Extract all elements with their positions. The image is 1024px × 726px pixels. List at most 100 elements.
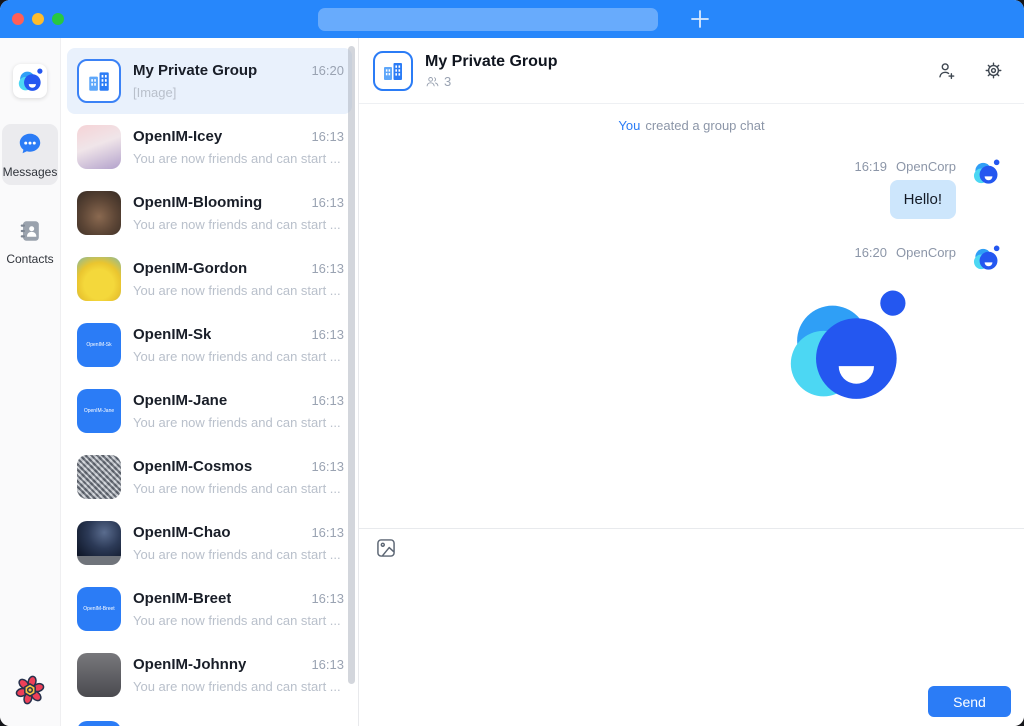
contact-avatar [77,191,121,235]
message-sender: OpenCorp [896,245,956,260]
conversation-name: OpenIM-Cosmos [133,458,252,475]
conversation-item-partial[interactable] [61,708,358,726]
chat-header: My Private Group 3 [359,38,1024,104]
conversation-item[interactable]: OpenIM-Icey 16:13 You are now friends an… [61,114,358,180]
openim-logo-icon [972,245,1000,273]
conversation-preview: You are now friends and can start ... [133,481,344,496]
openim-logo-icon [17,68,43,94]
conversation-item[interactable]: OpenIM-Johnny 16:13 You are now friends … [61,642,358,708]
send-button[interactable]: Send [928,686,1011,717]
members-icon [425,74,440,89]
contact-avatar: OpenIM-Breet [77,587,121,631]
add-button[interactable] [684,4,716,34]
message-outgoing: 16:20OpenCorp [359,245,1024,414]
sender-avatar[interactable] [972,245,1000,273]
search-input[interactable] [318,8,658,31]
app-badge [13,673,47,712]
attach-image-button[interactable] [375,537,397,559]
conversation-name: OpenIM-Breet [133,590,231,607]
main-area: Messages Contacts My Private Group [0,38,1024,726]
message-area[interactable]: You created a group chat 16:19 OpenCorp He… [359,104,1024,528]
plus-icon [688,7,712,31]
scrollbar[interactable] [348,46,355,684]
conversation-name: My Private Group [133,62,257,79]
message-image[interactable] [782,288,908,414]
avatar-text: OpenIM-Breet [83,607,114,612]
conversation-name: OpenIM-Chao [133,524,231,541]
gear-icon [983,60,1004,81]
sidebar-item-label: Contacts [2,252,58,266]
conversation-name: OpenIM-Icey [133,128,222,145]
contact-avatar [77,521,121,565]
group-avatar[interactable] [373,51,413,91]
app-window: Messages Contacts My Private Group [0,0,1024,726]
contact-avatar: OpenIM-Jane [77,389,121,433]
conversation-name: OpenIM-Sk [133,326,211,343]
message-sender: OpenCorp [896,159,956,174]
sender-avatar[interactable] [972,159,1000,187]
conversation-item[interactable]: OpenIM-Blooming 16:13 You are now friend… [61,180,358,246]
conversation-time: 16:13 [311,459,344,474]
openim-logo-icon [972,159,1000,187]
conversation-preview: You are now friends and can start ... [133,613,344,628]
user-avatar[interactable] [13,64,47,98]
avatar-text: OpenIM-Sk [86,343,111,348]
conversation-time: 16:13 [311,591,344,606]
conversation-preview: You are now friends and can start ... [133,349,344,364]
zoom-window-button[interactable] [52,13,64,25]
messages-icon [17,131,43,157]
message-input[interactable] [375,567,1008,674]
sidebar-item-messages[interactable]: Messages [2,124,58,185]
message-meta: 16:20OpenCorp [854,245,956,260]
nav-rail: Messages Contacts [0,38,61,726]
conversation-list: My Private Group 16:20 [Image] OpenIM-Ic… [61,38,359,726]
sidebar-item-label: Messages [2,165,58,179]
conversation-time: 16:13 [311,657,344,672]
conversation-item[interactable]: OpenIM-Gordon 16:13 You are now friends … [61,246,358,312]
conversation-preview: You are now friends and can start ... [133,547,344,562]
conversation-time: 16:13 [311,261,344,276]
conversation-item[interactable]: OpenIM-Cosmos 16:13 You are now friends … [61,444,358,510]
conversation-time: 16:13 [311,327,344,342]
conversation-item[interactable]: OpenIM-Breet OpenIM-Breet 16:13 You are … [61,576,358,642]
member-count: 3 [425,74,936,89]
chat-title: My Private Group [425,53,936,71]
conversation-preview: [Image] [133,85,344,100]
group-settings-button[interactable] [983,60,1004,81]
conversation-preview: You are now friends and can start ... [133,217,344,232]
conversation-item[interactable]: OpenIM-Jane OpenIM-Jane 16:13 You are no… [61,378,358,444]
member-count-value: 3 [444,74,451,89]
conversation-time: 16:13 [311,525,344,540]
flower-icon [13,673,47,707]
add-member-button[interactable] [936,60,957,81]
openim-logo-image [782,288,908,414]
minimize-window-button[interactable] [32,13,44,25]
conversation-item[interactable]: OpenIM-Chao 16:13 You are now friends an… [61,510,358,576]
conversation-time: 16:13 [311,129,344,144]
conversation-name: OpenIM-Blooming [133,194,262,211]
contacts-icon [17,218,43,244]
image-icon [375,537,397,559]
conversation-item[interactable]: OpenIM-Sk OpenIM-Sk 16:13 You are now fr… [61,312,358,378]
conversation-name: OpenIM-Johnny [133,656,246,673]
building-icon [86,68,112,94]
sidebar-item-contacts[interactable]: Contacts [2,211,58,272]
person-add-icon [936,60,957,81]
contact-avatar [77,653,121,697]
conversation-time: 16:13 [311,195,344,210]
message-bubble[interactable]: Hello! [890,180,956,219]
close-window-button[interactable] [12,13,24,25]
notice-text: created a group chat [645,118,764,133]
avatar-text: OpenIM-Jane [84,409,114,414]
group-avatar [77,59,121,103]
message-time: 16:19 [854,159,887,174]
conversation-item-group[interactable]: My Private Group 16:20 [Image] [67,48,352,114]
contact-avatar [77,721,121,726]
conversation-preview: You are now friends and can start ... [133,679,344,694]
titlebar [0,0,1024,38]
building-icon [381,59,405,83]
conversation-preview: You are now friends and can start ... [133,151,344,166]
traffic-lights [12,13,64,25]
notice-actor: You [618,118,640,133]
conversation-name: OpenIM-Gordon [133,260,247,277]
